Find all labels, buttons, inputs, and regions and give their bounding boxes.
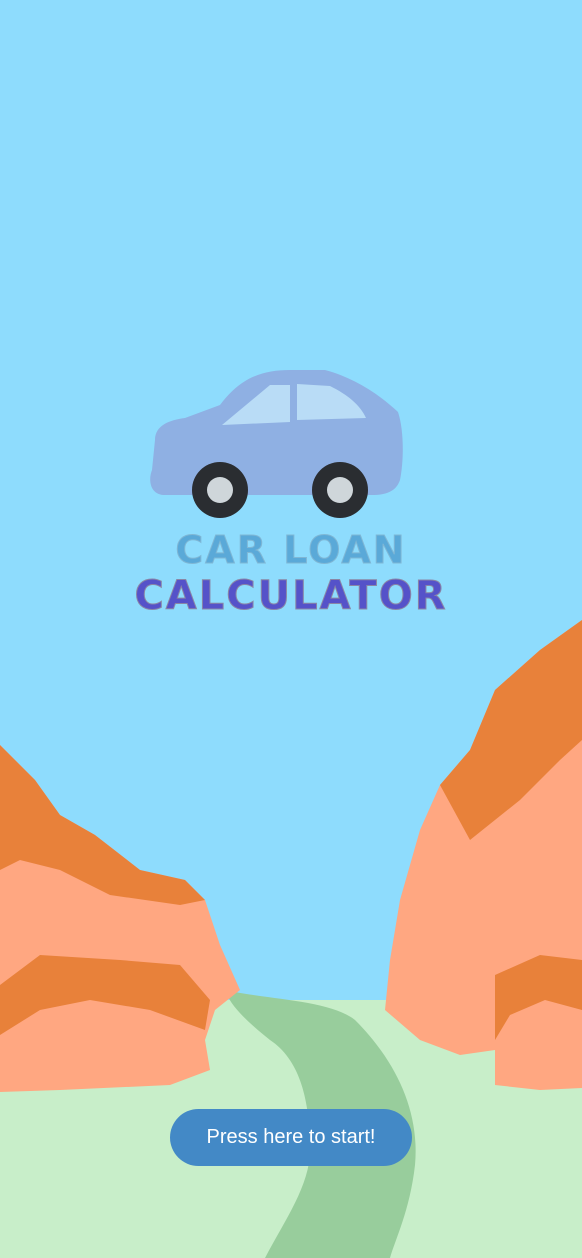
splash-screen: CAR LOAN CALCULATOR Press here to start! (0, 0, 582, 1258)
start-button[interactable]: Press here to start! (170, 1109, 412, 1166)
canyon-background-illustration (0, 0, 582, 1258)
